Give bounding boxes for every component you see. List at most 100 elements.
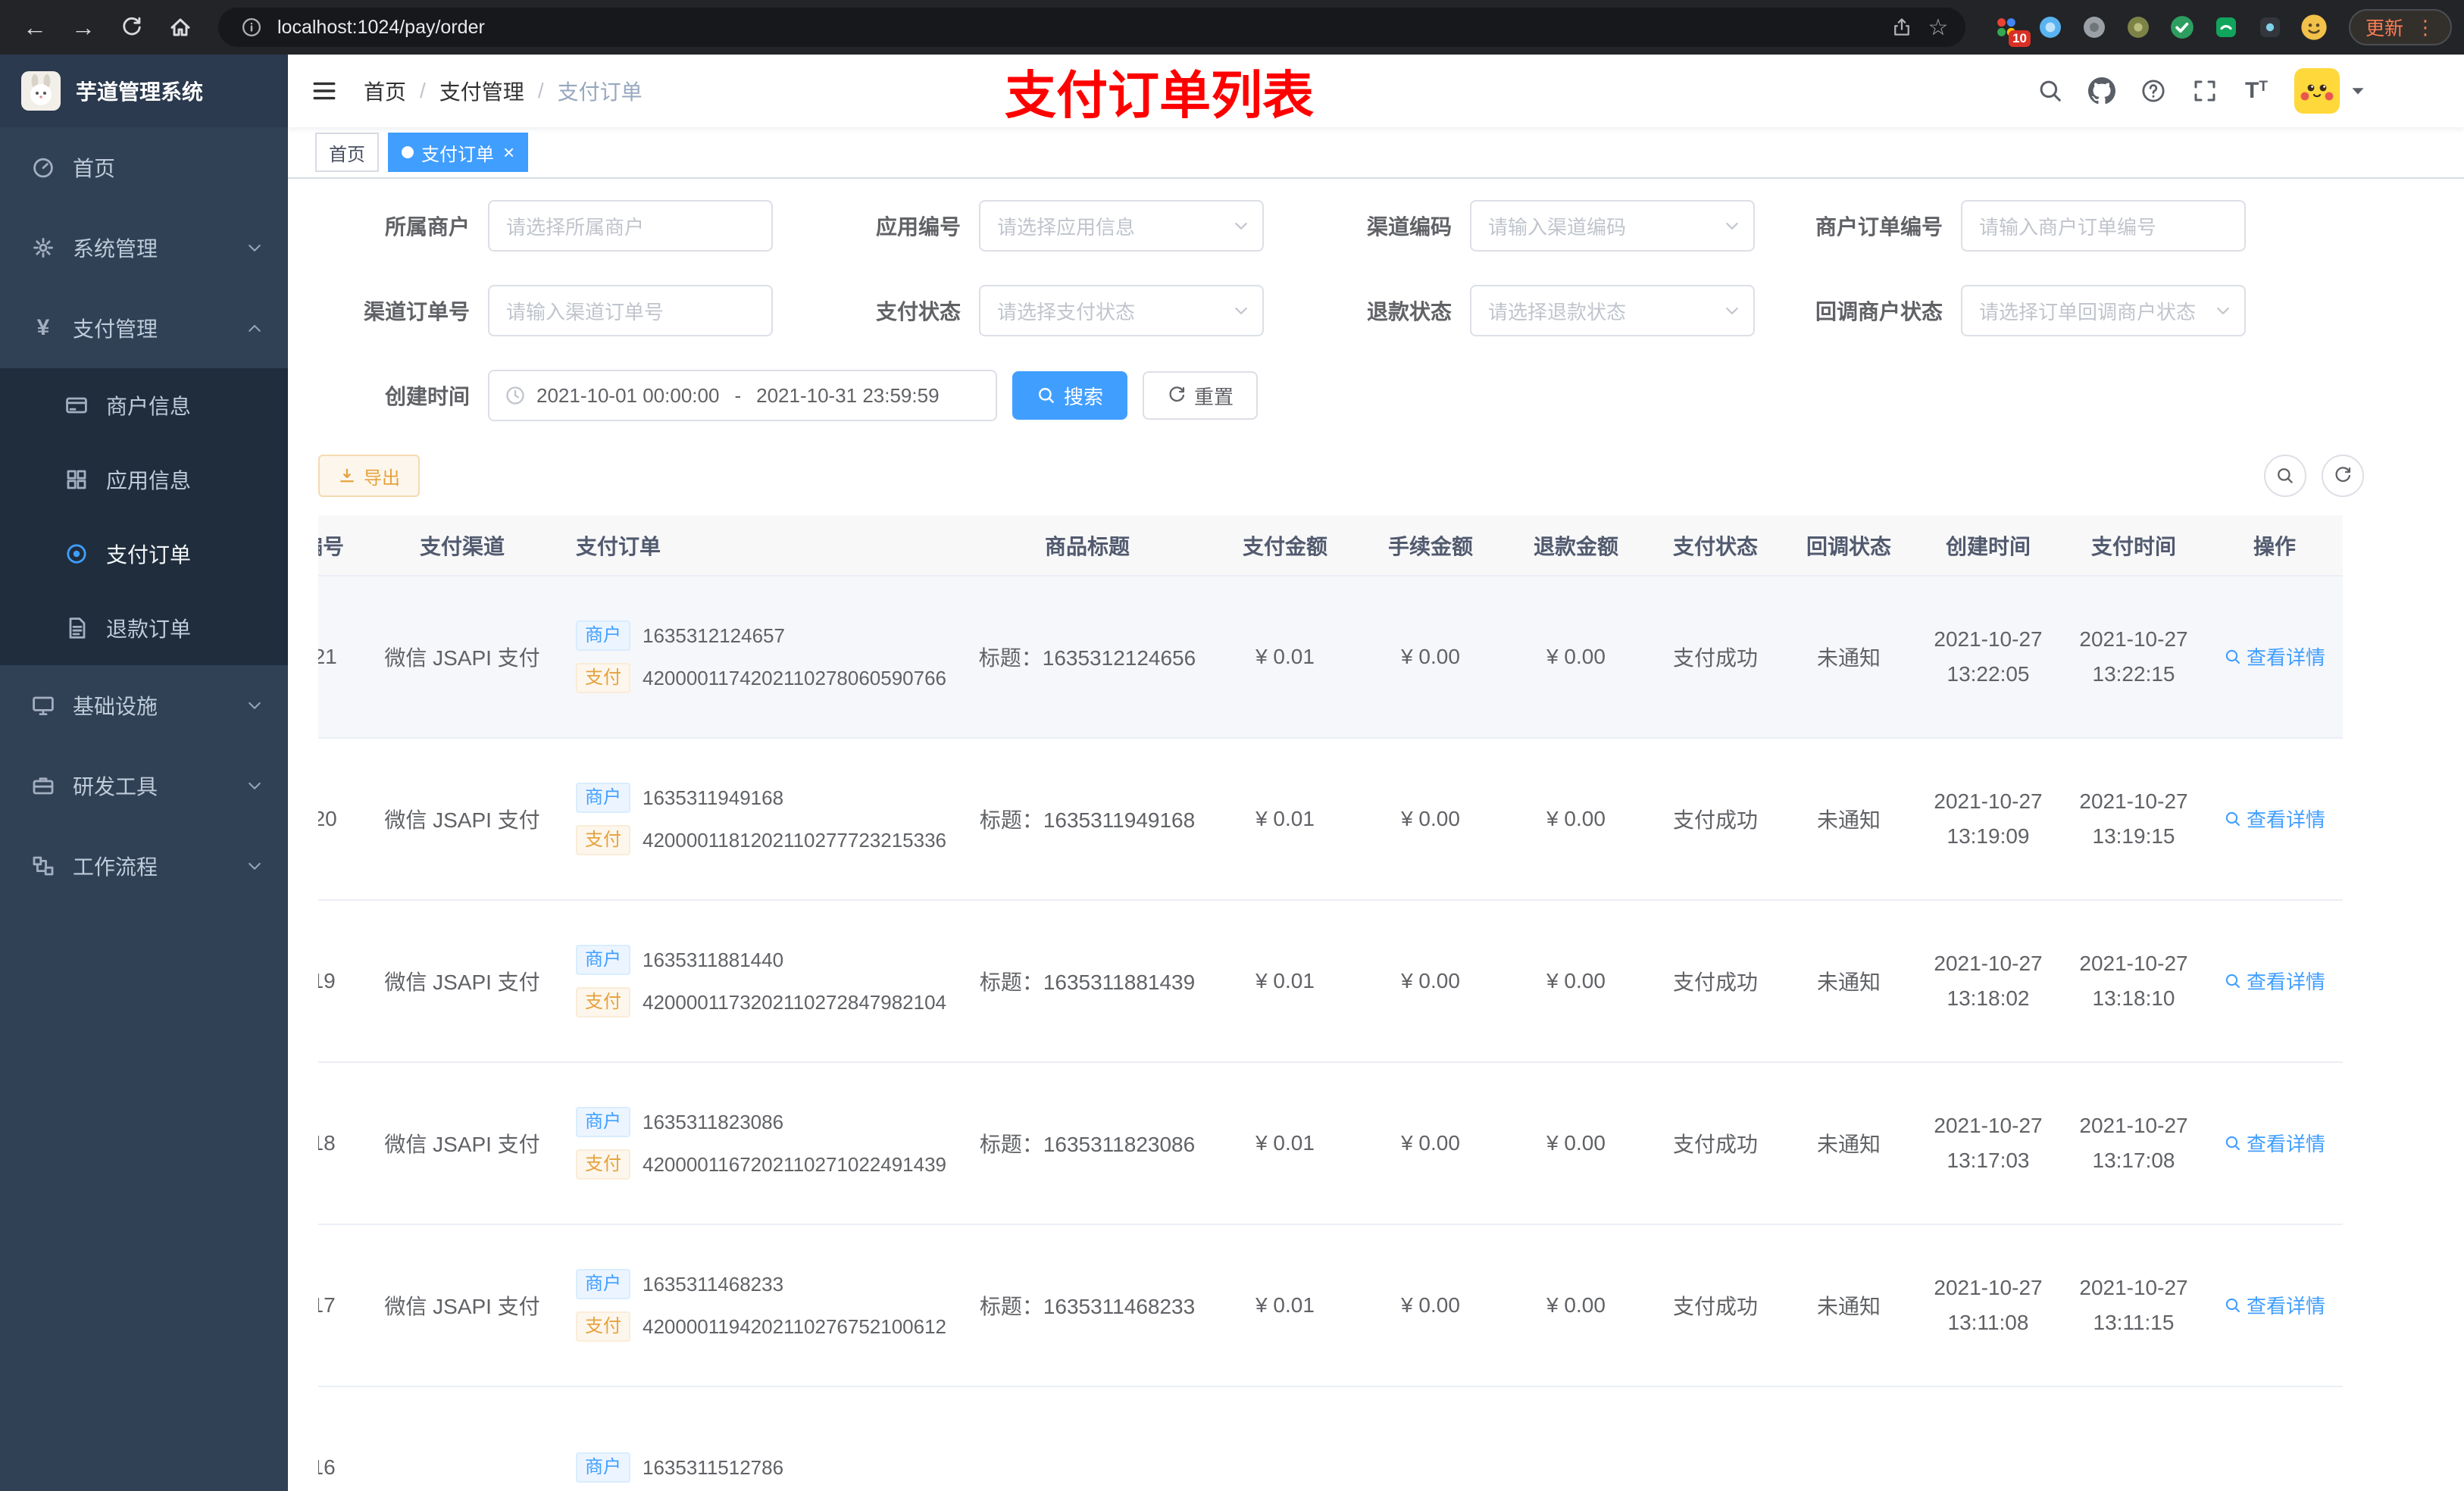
caret-down-icon[interactable] [2349,82,2367,100]
view-detail-link[interactable]: 查看详情 [2224,642,2325,670]
column-header: 支付金额 [1212,515,1358,577]
merchant-order-no: 1635312124657 [643,624,785,647]
hamburger-icon[interactable] [288,55,361,127]
extension-dots-icon[interactable]: 10 [1993,14,2031,47]
placeholder-text: 请选择应用信息 [997,215,1136,239]
sidebar-item-infrastructure[interactable]: 基础设施 [0,665,288,746]
table-row: 116 商户 1635311512786 [318,1386,2343,1491]
breadcrumb: 首页 / 支付管理 / 支付订单 [364,76,643,106]
extension-badge: 10 [2009,30,2031,47]
export-button-label: 导出 [364,467,400,489]
browser-home-icon[interactable] [158,5,203,50]
notify-status [1782,1386,1915,1491]
extension-green-icon[interactable] [2212,14,2240,41]
filter-notify-status: 回调商户状态 请选择订单回调商户状态 [1791,285,2246,336]
sidebar-item-workflow[interactable]: 工作流程 [0,826,288,906]
yen-icon: ¥ [36,315,50,340]
font-size-icon[interactable]: TT [2231,55,2282,127]
sidebar-item-label: 研发工具 [73,775,158,799]
sidebar-item-merchant-info[interactable]: 商户信息 [0,368,288,442]
table-row: 120 微信 JSAPI 支付商户 1635311949168 支付 420000118… [318,738,2343,901]
view-detail-label: 查看详情 [2246,1133,2325,1156]
refund-status-select[interactable]: 请选择退款状态 [1470,285,1755,336]
extension-blue-icon[interactable] [2037,14,2064,41]
toggle-search-button[interactable] [2264,455,2306,497]
sidebar-item-pay-order[interactable]: 支付订单 [0,517,288,591]
sidebar-item-home[interactable]: 首页 [0,127,288,208]
card-icon [64,392,89,418]
browser-update-button[interactable]: 更新 ⋮ [2348,9,2452,45]
pay-channel: 微信 JSAPI 支付 [364,1062,561,1225]
url-text: localhost:1024/pay/order [277,17,1884,39]
extension-dark-icon[interactable] [2256,14,2284,41]
reset-button-label: 重置 [1194,385,1234,408]
view-detail-link[interactable]: 查看详情 [2224,805,2325,833]
sidebar-item-dev-tools[interactable]: 研发工具 [0,746,288,826]
pay-order-cell: 商户 1635311881440 支付 42000011732021102728479… [561,900,962,1063]
browser-forward-icon[interactable]: → [61,5,106,50]
pay-status: 支付成功 [1649,1224,1782,1387]
notify-status-select[interactable]: 请选择订单回调商户状态 [1961,285,2246,336]
chevron-up-icon [245,319,264,337]
share-icon[interactable] [1884,9,1920,45]
refund-amount: ¥ 0.00 [1503,738,1649,901]
app-logo[interactable]: 芋道管理系统 [0,55,288,127]
breadcrumb-item[interactable]: 支付管理 [439,76,524,106]
search-icon[interactable] [2025,55,2076,127]
browser-menu-icon[interactable]: ⋮ [2416,16,2435,39]
reset-button[interactable]: 重置 [1143,371,1259,420]
pay-status-select[interactable]: 请选择支付状态 [979,285,1264,336]
merchant-input[interactable]: 请选择所属商户 [488,200,773,252]
sidebar: 芋道管理系统 首页 系统管理 ¥ 支付管理 商户信息 应用信息支付订单退款订单 基础设施研发… [0,55,288,1491]
notify-status: 未通知 [1782,1062,1915,1225]
channel-code-select[interactable]: 请输入渠道编码 [1470,200,1755,252]
search-button[interactable]: 搜索 [1012,371,1128,420]
app-no-select[interactable]: 请选择应用信息 [979,200,1264,252]
order-id: 120 [318,807,337,830]
pay-tag: 支付 [576,663,630,693]
address-bar[interactable]: localhost:1024/pay/order ☆ [218,8,1965,47]
channel-order-no-input[interactable]: 请输入渠道订单号 [488,285,773,336]
sidebar-item-payment-management[interactable]: ¥ 支付管理 [0,288,288,368]
placeholder-text: 请选择退款状态 [1488,300,1627,324]
extensions-cluster: 10 [1981,14,2340,47]
create-time: 2021-10-27 13:18:02 [1915,900,2061,1063]
extension-check-icon[interactable] [2169,14,2196,41]
view-detail-link[interactable]: 查看详情 [2224,1129,2325,1157]
extension-olive-icon[interactable] [2125,14,2152,41]
bookmark-star-icon[interactable]: ☆ [1920,9,1956,45]
tab-home[interactable]: 首页 [315,133,379,172]
question-icon[interactable] [2128,55,2179,127]
table-row: 119 微信 JSAPI 支付商户 1635311881440 支付 420000117… [318,900,2343,1063]
profile-avatar-icon[interactable] [2300,14,2328,41]
placeholder-text: 请输入渠道编码 [1488,215,1627,239]
goods-title: 标题：1635311823086 [962,1062,1212,1225]
sidebar-item-refund-order[interactable]: 退款订单 [0,591,288,665]
date-range-input[interactable]: 2021-10-01 00:00:00 - 2021-10-31 23:59:5… [488,370,997,421]
merchant-tag: 商户 [576,945,630,975]
close-icon[interactable]: × [503,142,514,162]
extension-gray-icon[interactable] [2081,14,2108,41]
browser-back-icon[interactable]: ← [12,5,58,50]
view-detail-link[interactable]: 查看详情 [2224,1291,2325,1319]
export-button[interactable]: 导出 [318,455,420,497]
site-info-icon[interactable] [233,9,270,45]
sidebar-item-app-info[interactable]: 应用信息 [0,442,288,517]
user-avatar[interactable] [2294,68,2340,114]
chevron-down-icon [245,777,264,795]
merchant-order-no-input[interactable]: 请输入商户订单编号 [1961,200,2246,252]
logo-avatar [21,71,61,111]
fullscreen-icon[interactable] [2179,55,2231,127]
chevron-down-icon [1232,302,1250,320]
pay-status: 支付成功 [1649,738,1782,901]
filter-channel-code: 渠道编码 请输入渠道编码 [1300,200,1755,252]
tab-pay-order[interactable]: 支付订单 × [388,133,529,172]
sidebar-item-label: 支付订单 [106,543,192,567]
chevron-down-icon [245,239,264,257]
sidebar-item-system-management[interactable]: 系统管理 [0,208,288,288]
github-icon[interactable] [2076,55,2128,127]
browser-reload-icon[interactable] [109,5,155,50]
view-detail-link[interactable]: 查看详情 [2224,967,2325,995]
breadcrumb-item[interactable]: 首页 [364,76,406,106]
refresh-button[interactable] [2322,455,2364,497]
